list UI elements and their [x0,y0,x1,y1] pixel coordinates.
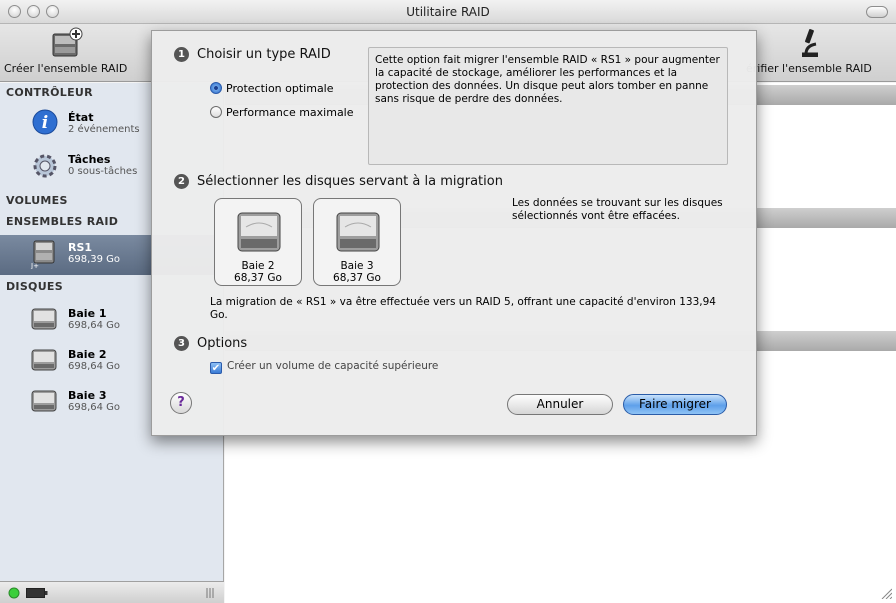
raid-set-name: RS1 [68,241,93,254]
create-raid-set-label: Créer l'ensemble RAID [4,62,128,75]
disk-card-label: Baie 2 68,37 Go [215,260,301,284]
disk-card-size: 68,37 Go [333,272,381,284]
disk-3-size: 698,64 Go [68,402,121,413]
checkmark-icon: ✔ [210,362,222,374]
radio-optimal-protection[interactable]: Protection optimale [210,82,334,95]
step-1-number: 1 [174,47,189,62]
title-bar: Utilitaire RAID [0,0,896,24]
radio-selected-icon [210,82,222,94]
hard-disk-icon [31,308,57,330]
hard-disk-icon [31,390,57,412]
resize-handle-icon[interactable] [206,588,214,598]
svg-text:i: i [42,113,48,133]
disk-card-bay-3[interactable]: Baie 3 68,37 Go [313,198,401,286]
microscope-icon [801,29,818,57]
create-raid-set-button[interactable]: Créer l'ensemble RAID [4,26,127,75]
svg-text:J+: J+ [30,262,39,269]
disk-3-name: Baie 3 [68,389,107,402]
disk-card-size: 68,37 Go [234,272,282,284]
raid-type-description: Cette option fait migrer l'ensemble RAID… [368,47,728,165]
help-button[interactable]: ? [170,392,192,414]
step-3-number: 3 [174,336,189,351]
step-2-heading: 2 Sélectionner les disques servant à la m… [174,174,503,189]
status-name: État [68,111,94,124]
step-2-title: Sélectionner les disques servant à la mi… [197,174,503,189]
disk-warning: Les données se trouvant sur les disques … [512,197,723,222]
radio-unselected-icon [210,106,222,118]
larger-volume-label: Créer un volume de capacité supérieure [227,360,439,372]
tasks-sub: 0 sous-tâches [68,166,138,177]
larger-volume-option[interactable]: ✔ Créer un volume de capacité supérieure [210,360,438,374]
cancel-button[interactable]: Annuler [507,394,613,415]
window-title: Utilitaire RAID [406,5,490,19]
migration-summary: La migration de « RS1 » va être effectué… [210,296,716,321]
disk-1-size: 698,64 Go [68,320,121,331]
toolbar-toggle-button[interactable] [866,6,888,18]
raid-set-icon: J+ [30,240,55,269]
info-icon: i [32,109,58,135]
raid-set-size: 698,39 Go [68,254,121,265]
step-1-heading: 1 Choisir un type RAID [174,47,331,62]
status-light-icon [8,587,20,599]
disk-2-size: 698,64 Go [68,361,121,372]
status-sub: 2 événements [68,124,140,135]
sidebar-bottom-bar [0,581,224,603]
hard-disk-icon [31,349,57,371]
raid-utility-window: Utilitaire RAID Créer l'ensemble RAID ér… [0,0,896,603]
tasks-name: Tâches [68,153,111,166]
verify-raid-set-label: érifier l'ensemble RAID [746,62,872,75]
migrate-button[interactable]: Faire migrer [623,394,727,415]
battery-icon [26,588,48,598]
disk-card-label: Baie 3 68,37 Go [314,260,400,284]
step-3-heading: 3 Options [174,336,247,351]
create-raid-icon [52,27,83,57]
radio-optimal-label: Protection optimale [226,82,334,95]
disk-card-name: Baie 2 [241,260,275,272]
step-3-title: Options [197,336,248,351]
verify-raid-set-button[interactable]: érifier l'ensemble RAID [746,26,872,75]
hard-disk-icon [237,212,281,252]
gears-icon [33,154,57,178]
disk-1-name: Baie 1 [68,307,107,320]
radio-maximum-performance[interactable]: Performance maximale [210,106,354,119]
disk-2-name: Baie 2 [68,348,107,361]
window-resize-grip-icon[interactable] [880,587,892,599]
radio-max-label: Performance maximale [226,106,354,119]
hard-disk-icon [336,212,380,252]
step-2-number: 2 [174,174,189,189]
disk-card-name: Baie 3 [340,260,374,272]
migration-sheet: 1 Choisir un type RAID Protection optimal… [151,30,757,436]
disk-card-bay-2[interactable]: Baie 2 68,37 Go [214,198,302,286]
step-1-title: Choisir un type RAID [197,47,331,62]
